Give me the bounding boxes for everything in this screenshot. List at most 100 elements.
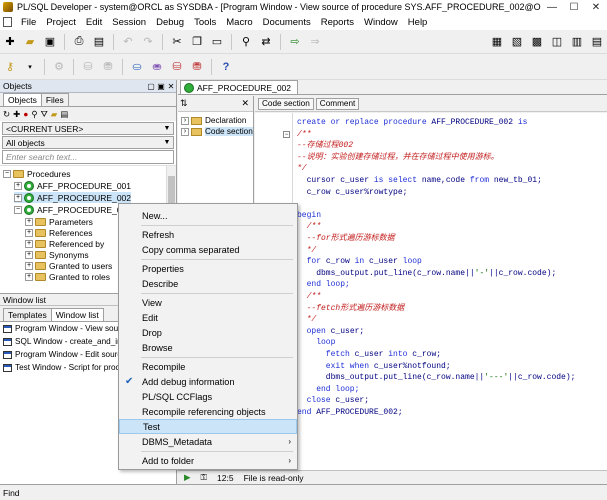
print-icon[interactable]: ⎙ (70, 33, 88, 51)
code-line[interactable]: create or replace procedure AFF_PROCEDUR… (297, 117, 527, 129)
copy-icon[interactable]: ❐ (188, 33, 206, 51)
close-button[interactable]: ✕ (585, 2, 607, 13)
tree-node-references[interactable]: + References (25, 227, 92, 238)
code-editor[interactable]: −−− create or replace procedure AFF_PROC… (255, 113, 607, 470)
code-line[interactable]: --存储过程002 (297, 140, 353, 152)
find-icon[interactable]: ⚲ (237, 33, 255, 51)
window-list-icon[interactable]: ▥ (568, 33, 586, 51)
expand-icon[interactable]: + (14, 181, 22, 190)
menu-item-browse[interactable]: Browse (119, 340, 297, 355)
code-line[interactable]: /** (297, 221, 321, 233)
window-tile-icon[interactable]: ▦ (488, 33, 506, 51)
undo-icon[interactable]: ↶ (119, 33, 137, 51)
menu-item-dbms-metadata[interactable]: DBMS_Metadata › (119, 434, 297, 449)
structure-node-declaration[interactable]: › Declaration (178, 115, 253, 126)
objects-filter-combo[interactable]: All objects ▼ (2, 136, 174, 149)
menu-item-refresh[interactable]: Refresh (119, 227, 297, 242)
redo-icon[interactable]: ↷ (139, 33, 157, 51)
menu-item-recompile[interactable]: Recompile (119, 359, 297, 374)
menu-help[interactable]: Help (403, 17, 433, 28)
menu-item-properties[interactable]: Properties (119, 261, 297, 276)
code-line[interactable]: begin (297, 210, 321, 222)
window-cascade-icon[interactable]: ▧ (508, 33, 526, 51)
forward-icon[interactable]: ⇒ (306, 33, 324, 51)
code-line[interactable]: --说明：实验创建存储过程，并在存储过程中使用游标。 (297, 152, 499, 164)
menu-item-add-debug-information[interactable]: ✔ Add debug information (119, 374, 297, 389)
minimize-button[interactable]: — (541, 2, 563, 13)
code-line[interactable]: open c_user; (297, 326, 365, 338)
expand-icon[interactable]: + (25, 250, 33, 259)
folder-icon[interactable]: ▰ (51, 109, 58, 120)
expand-icon[interactable]: + (25, 272, 33, 281)
window-grid-icon[interactable]: ▩ (528, 33, 546, 51)
cut-icon[interactable]: ✂ (168, 33, 186, 51)
structure-node-code-section[interactable]: › Code section (178, 126, 253, 137)
tree-node-granted-users[interactable]: + Granted to users (25, 260, 112, 271)
code-line[interactable]: */ (297, 163, 307, 175)
binoculars-icon[interactable]: ⚲ (31, 109, 37, 120)
tree-node-procedures[interactable]: − Procedures (3, 168, 70, 179)
code-line[interactable]: close c_user; (297, 395, 369, 407)
menu-debug[interactable]: Debug (151, 17, 189, 28)
more-icon[interactable]: ▤ (60, 109, 68, 120)
maximize-button[interactable]: ☐ (563, 2, 585, 13)
window-split-icon[interactable]: ◫ (548, 33, 566, 51)
expand-icon[interactable]: › (181, 127, 189, 136)
open-folder-icon[interactable]: ▰ (21, 33, 39, 51)
code-line[interactable]: end AFF_PROCEDURE_002; (297, 407, 403, 419)
code-line[interactable]: end loop; (297, 279, 350, 291)
menu-item-test[interactable]: Test (119, 419, 297, 434)
code-section-button[interactable]: Code section (258, 97, 314, 110)
menu-item-drop[interactable]: Drop (119, 325, 297, 340)
comment-button[interactable]: Comment (315, 97, 360, 110)
tree-node-procedure-selected[interactable]: + AFF_PROCEDURE_002 (14, 192, 132, 203)
window-arrange-icon[interactable]: ▤ (588, 33, 606, 51)
refresh-icon[interactable]: ↻ (3, 109, 10, 120)
menu-reports[interactable]: Reports (316, 17, 359, 28)
panel-options-icon[interactable]: ▢ (146, 82, 156, 91)
expand-icon[interactable]: + (25, 228, 33, 237)
save-icon[interactable]: ▣ (41, 33, 59, 51)
menu-item-copy-comma-separated[interactable]: Copy comma separated (119, 242, 297, 257)
menu-item-edit[interactable]: Edit (119, 310, 297, 325)
expand-icon[interactable]: › (181, 116, 189, 125)
tree-node-referenced-by[interactable]: + Referenced by (25, 238, 104, 249)
expand-icon[interactable]: + (25, 261, 33, 270)
new-icon[interactable]: ✚ (1, 33, 19, 51)
code-line[interactable]: --for形式遍历游标数据 (297, 233, 395, 245)
tab-templates[interactable]: Templates (3, 308, 52, 321)
navigate-icon[interactable]: ⇨ (286, 33, 304, 51)
replace-icon[interactable]: ⇄ (257, 33, 275, 51)
code-line[interactable]: end loop; (297, 384, 359, 396)
menu-item-recompile-referencing[interactable]: Recompile referencing objects (119, 404, 297, 419)
rollback-icon[interactable]: ⛃ (99, 58, 117, 76)
expand-icon[interactable]: + (25, 217, 33, 226)
code-line[interactable]: loop (297, 337, 335, 349)
tab-window-list[interactable]: Window list (50, 308, 104, 321)
filter-icon[interactable]: ⛛ (41, 109, 48, 120)
tree-node-procedure[interactable]: + AFF_PROCEDURE_001 (14, 180, 131, 191)
menu-item-view[interactable]: View (119, 295, 297, 310)
menu-item-add-to-folder[interactable]: Add to folder › (119, 453, 297, 468)
connection-key-icon[interactable]: ⚷ (1, 58, 19, 76)
code-line[interactable]: /** (297, 129, 311, 141)
code-line[interactable]: --fetch形式遍历游标数据 (297, 303, 405, 315)
expand-icon[interactable]: + (25, 239, 33, 248)
code-line[interactable]: exit when c_user%notfound; (297, 361, 451, 373)
code-line[interactable]: dbms_output.put_line(c_row.name||'-'||c_… (297, 268, 556, 280)
tree-node-parameters[interactable]: + Parameters (25, 216, 93, 227)
code-line[interactable]: c_row c_user%rowtype; (297, 187, 408, 199)
menu-documents[interactable]: Documents (258, 17, 316, 28)
commit-icon[interactable]: ⛁ (79, 58, 97, 76)
chevron-down-icon[interactable]: ▾ (21, 58, 39, 76)
code-line[interactable]: cursor c_user is select name,code from n… (297, 175, 542, 187)
menu-item-describe[interactable]: Describe (119, 276, 297, 291)
command-window-icon[interactable]: ⛁ (168, 58, 186, 76)
tab-aff-procedure-002[interactable]: AFF_PROCEDURE_002 (180, 80, 299, 94)
collapse-icon[interactable]: − (14, 205, 22, 214)
tree-node-procedure[interactable]: − AFF_PROCEDURE_00 (14, 204, 126, 215)
paste-icon[interactable]: ▭ (208, 33, 226, 51)
tab-files[interactable]: Files (40, 93, 69, 106)
code-line[interactable]: */ (297, 245, 317, 257)
sql-window-icon[interactable]: ⛀ (128, 58, 146, 76)
